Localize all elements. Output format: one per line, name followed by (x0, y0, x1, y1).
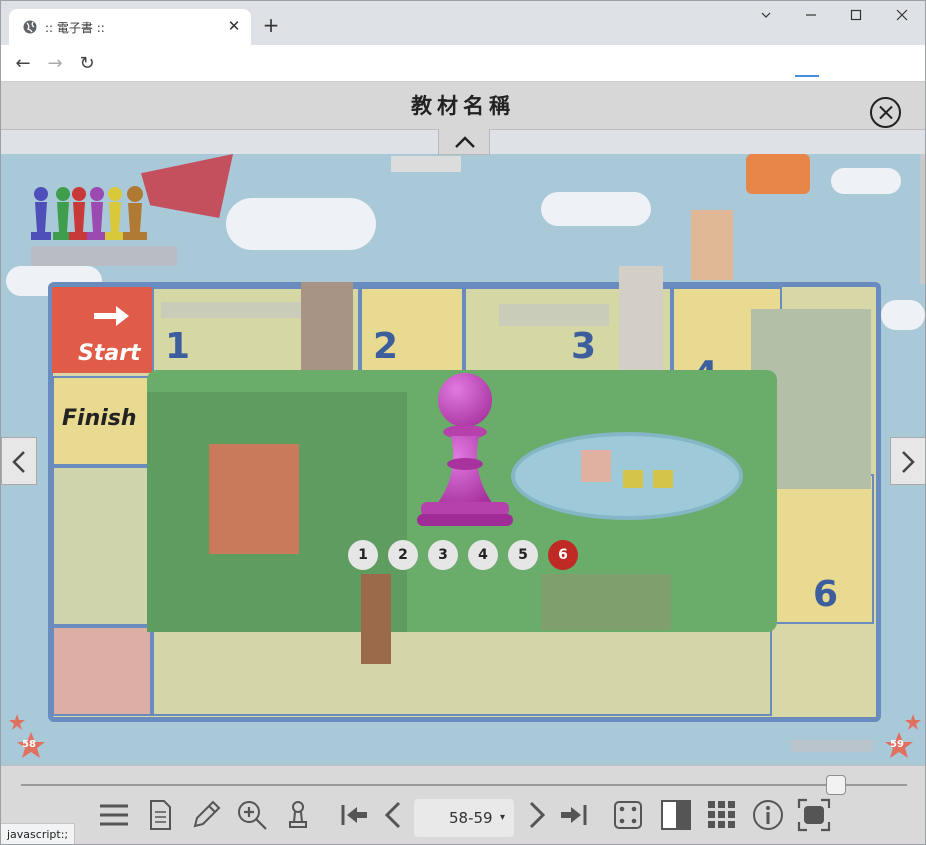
arrow-right-icon (94, 306, 129, 326)
tab-close-icon[interactable]: ✕ (225, 17, 243, 35)
chevron-up-icon (455, 136, 475, 148)
cloud-image (541, 192, 651, 226)
duck-image (653, 470, 673, 488)
character-image (691, 210, 733, 280)
first-page-icon[interactable] (337, 798, 371, 832)
start-cell: Start (52, 287, 152, 373)
forward-icon[interactable]: → (43, 52, 67, 76)
tab-title: :: 電子書 :: (45, 21, 105, 35)
blurred-text (391, 156, 461, 172)
cell-number-3: 3 (571, 326, 597, 367)
back-icon[interactable]: ← (11, 52, 35, 76)
board-cell-bottom-left (52, 626, 152, 716)
globe-icon (23, 20, 37, 34)
page-select[interactable]: 58-59 ▾ (414, 799, 514, 837)
maximize-icon[interactable] (841, 7, 871, 29)
browser-toolbar: ← → ↻ (1, 45, 925, 82)
blurred-text (31, 246, 177, 266)
menu-icon[interactable] (97, 798, 131, 832)
tab-strip: :: 電子書 :: ✕ + (1, 1, 925, 45)
circle-close-icon[interactable] (870, 97, 901, 128)
document-icon[interactable] (143, 798, 177, 832)
cell-number-6: 6 (813, 574, 839, 615)
info-icon[interactable] (751, 798, 785, 832)
page-select-value: 58-59 (449, 809, 493, 827)
prev-page-icon[interactable] (377, 798, 411, 832)
minimize-icon[interactable] (751, 7, 781, 29)
minimize-button[interactable] (796, 7, 826, 29)
blurred-image (541, 574, 671, 630)
character-image (301, 282, 353, 372)
page-title: 教材名稱 (411, 94, 515, 118)
address-bar[interactable] (113, 49, 913, 78)
dice-icon[interactable] (611, 798, 645, 832)
fullscreen-icon[interactable] (797, 798, 831, 832)
reload-icon[interactable]: ↻ (75, 52, 99, 76)
status-bar: javascript:; (1, 823, 76, 844)
chevron-right-icon (902, 451, 915, 473)
grid-icon[interactable] (705, 798, 739, 832)
page-slider-thumb[interactable] (826, 775, 847, 795)
finish-cell: Finish (52, 376, 152, 466)
cell-number-1: 1 (165, 326, 191, 367)
collapse-header-button[interactable] (438, 129, 490, 155)
close-icon[interactable] (887, 7, 917, 29)
pencil-icon[interactable] (189, 798, 223, 832)
page-slider-track[interactable] (21, 784, 907, 786)
single-page-icon[interactable] (659, 798, 693, 832)
zoom-in-icon[interactable] (235, 798, 269, 832)
address-bar-indicator (795, 75, 819, 77)
pawns-image (31, 186, 147, 240)
reader-header: 教材名稱 (1, 82, 925, 130)
next-page-icon[interactable] (519, 798, 553, 832)
duck-image (623, 470, 643, 488)
die-1-button[interactable]: 1 (348, 540, 378, 570)
blurred-text (499, 304, 609, 326)
cloud-image (226, 198, 376, 250)
cloud-image (881, 300, 925, 330)
board-cell-bottom-row (152, 626, 772, 716)
new-tab-button[interactable]: + (259, 14, 283, 38)
stamp-icon[interactable] (281, 798, 315, 832)
book-stage: Start Finish 1 2 3 4 6 7 (1, 154, 925, 765)
die-2-button[interactable]: 2 (388, 540, 418, 570)
die-6-button[interactable]: 6 (548, 540, 578, 570)
die-4-button[interactable]: 4 (468, 540, 498, 570)
character-image (209, 444, 299, 554)
scrollbar[interactable] (920, 154, 925, 284)
chevron-left-icon (12, 451, 25, 473)
pawn-icon (417, 373, 513, 526)
chevron-down-icon: ▾ (500, 812, 506, 823)
board-cell-left (52, 466, 152, 626)
duck-image (581, 450, 611, 482)
cell-number-2: 2 (373, 326, 399, 367)
browser-window: :: 電子書 :: ✕ + ← → ↻ 教材名稱 Start Finish 1 … (0, 0, 926, 845)
cloud-image (831, 168, 901, 194)
start-label: Start (78, 341, 141, 366)
sun-image (746, 154, 810, 194)
finish-label: Finish (62, 406, 137, 431)
browser-tab[interactable]: :: 電子書 :: ✕ (9, 9, 251, 45)
blurred-image (361, 574, 391, 664)
die-3-button[interactable]: 3 (428, 540, 458, 570)
die-5-button[interactable]: 5 (508, 540, 538, 570)
prev-page-arrow-button[interactable] (1, 437, 37, 485)
character-image (619, 266, 663, 374)
page-number-right: 59 (890, 739, 904, 750)
last-page-icon[interactable] (557, 798, 591, 832)
page-number-left: 58 (22, 739, 36, 750)
blurred-text (791, 740, 873, 752)
reader-toolbar: 58-59 ▾ (1, 765, 925, 844)
next-page-arrow-button[interactable] (890, 437, 925, 485)
